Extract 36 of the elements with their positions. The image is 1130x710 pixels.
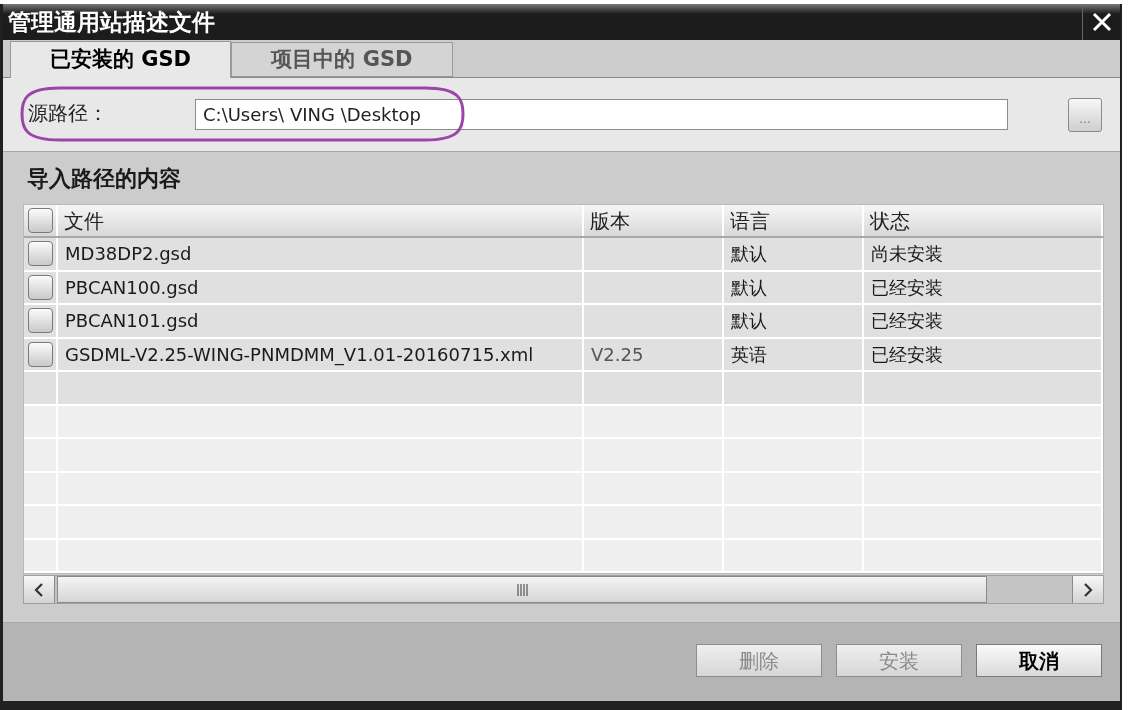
checkbox[interactable]: [27, 241, 53, 267]
tab[interactable]: 已安装的 GSD: [10, 41, 231, 78]
scrollbar-thumb[interactable]: [57, 576, 987, 603]
table-cell-text: 默认: [731, 275, 767, 300]
chevron-right-icon: [1083, 582, 1093, 597]
table-cell-text: 已经安装: [871, 275, 943, 300]
table-cell-text: MD38DP2.gsd: [65, 242, 192, 267]
close-icon: [1091, 12, 1112, 32]
table-cell-text: 已经安装: [871, 309, 943, 334]
scroll-left-button[interactable]: [24, 576, 55, 603]
tab[interactable]: 项目中的 GSD: [231, 42, 453, 77]
table-cell-text: PBCAN101.gsd: [65, 309, 199, 334]
checkbox[interactable]: [27, 208, 53, 233]
table-cell-text: 英语: [731, 342, 767, 367]
table-cell-text: 已经安装: [871, 342, 943, 367]
column-header[interactable]: 文件: [64, 205, 104, 236]
table-cell-text: V2.25: [591, 342, 644, 367]
dialog-button[interactable]: 取消: [976, 644, 1102, 677]
table-cell-text: PBCAN100.gsd: [65, 275, 199, 300]
table-cell-text: 尚未安装: [871, 242, 943, 267]
checkbox[interactable]: [27, 341, 53, 367]
column-header[interactable]: 语言: [730, 205, 770, 236]
source-path-field[interactable]: C:\Users\ VING \Desktop: [195, 99, 1008, 130]
grip-icon: [516, 583, 528, 596]
column-header[interactable]: 版本: [590, 205, 630, 236]
table-cell-text: GSDML-V2.25-WING-PNMDMM_V1.01-20160715.xml: [65, 342, 534, 368]
column-header[interactable]: 状态: [870, 205, 910, 236]
checkbox[interactable]: [27, 308, 53, 334]
checkbox[interactable]: [27, 274, 53, 300]
scroll-right-button[interactable]: [1072, 576, 1103, 603]
section-heading: 导入路径的内容: [26, 165, 182, 193]
table-cell-text: 默认: [731, 309, 767, 334]
window-title: 管理通用站描述文件: [7, 7, 215, 37]
table-cell-text: 默认: [731, 242, 767, 267]
chevron-left-icon: [34, 582, 44, 597]
source-path-label: 源路径：: [27, 99, 109, 127]
